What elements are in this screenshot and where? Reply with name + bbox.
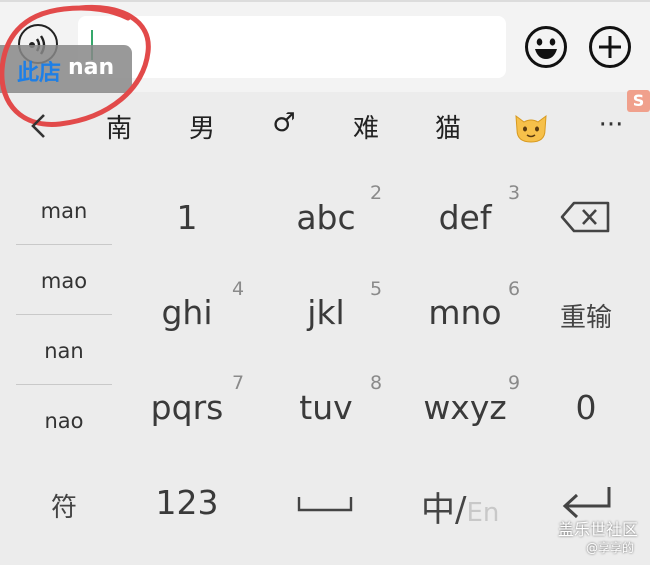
more-candidates-button[interactable]: ··· bbox=[599, 110, 624, 140]
composing-tag: 此店 bbox=[17, 61, 62, 86]
ime-logo: S bbox=[627, 90, 650, 112]
candidate-1[interactable]: 南 bbox=[106, 108, 132, 145]
key-wxyz[interactable]: wxyz bbox=[423, 388, 506, 427]
back-arrow-icon[interactable] bbox=[28, 112, 50, 140]
language-toggle[interactable]: 中/En bbox=[421, 482, 499, 531]
emoji-icon[interactable] bbox=[524, 25, 568, 69]
key-def-number: 3 bbox=[508, 182, 521, 204]
backspace-icon[interactable] bbox=[560, 200, 612, 234]
key-pqrs-number: 7 bbox=[232, 372, 245, 394]
divider bbox=[16, 314, 112, 315]
pinyin-option-man[interactable]: man bbox=[16, 176, 112, 246]
candidate-3[interactable]: ♂ bbox=[272, 108, 295, 138]
watermark-title: 盖乐世社区 bbox=[558, 520, 639, 539]
key-def[interactable]: def bbox=[439, 198, 492, 237]
key-mno-number: 6 bbox=[508, 278, 521, 300]
composing-popup: 此店 nan bbox=[0, 45, 132, 93]
pinyin-option-nan[interactable]: nan bbox=[16, 316, 112, 386]
key-mno[interactable]: mno bbox=[428, 293, 501, 332]
lang-chinese: 中/ bbox=[421, 490, 467, 530]
key-jkl-number: 5 bbox=[370, 278, 383, 300]
candidate-2[interactable]: 男 bbox=[189, 108, 215, 145]
key-abc-number: 2 bbox=[370, 182, 383, 204]
space-icon[interactable] bbox=[297, 494, 353, 514]
key-pqrs[interactable]: pqrs bbox=[151, 388, 224, 427]
key-1[interactable]: 1 bbox=[177, 198, 198, 237]
numbers-button[interactable]: 123 bbox=[156, 483, 219, 522]
reinput-button[interactable]: 重输 bbox=[560, 297, 612, 334]
composing-pinyin: nan bbox=[68, 55, 115, 80]
candidate-5[interactable]: 猫 bbox=[435, 108, 461, 145]
candidate-4[interactable]: 难 bbox=[353, 108, 379, 145]
watermark-author: @享享的 bbox=[586, 541, 635, 555]
key-ghi[interactable]: ghi bbox=[161, 293, 212, 332]
text-input-field[interactable] bbox=[78, 16, 506, 78]
pinyin-option-nao[interactable]: nao bbox=[16, 386, 112, 456]
divider bbox=[16, 244, 112, 245]
symbols-button[interactable]: 符 bbox=[51, 487, 77, 524]
key-tuv[interactable]: tuv bbox=[299, 388, 352, 427]
key-jkl[interactable]: jkl bbox=[307, 293, 344, 332]
top-divider bbox=[0, 0, 650, 2]
key-0[interactable]: 0 bbox=[576, 388, 597, 427]
key-ghi-number: 4 bbox=[232, 278, 245, 300]
lang-english: En bbox=[466, 498, 500, 528]
key-wxyz-number: 9 bbox=[508, 372, 521, 394]
divider bbox=[16, 384, 112, 385]
key-abc[interactable]: abc bbox=[296, 198, 355, 237]
pinyin-option-mao[interactable]: mao bbox=[16, 246, 112, 316]
plus-icon[interactable] bbox=[588, 25, 632, 69]
key-tuv-number: 8 bbox=[370, 372, 383, 394]
cat-emoji-candidate[interactable] bbox=[512, 108, 550, 146]
